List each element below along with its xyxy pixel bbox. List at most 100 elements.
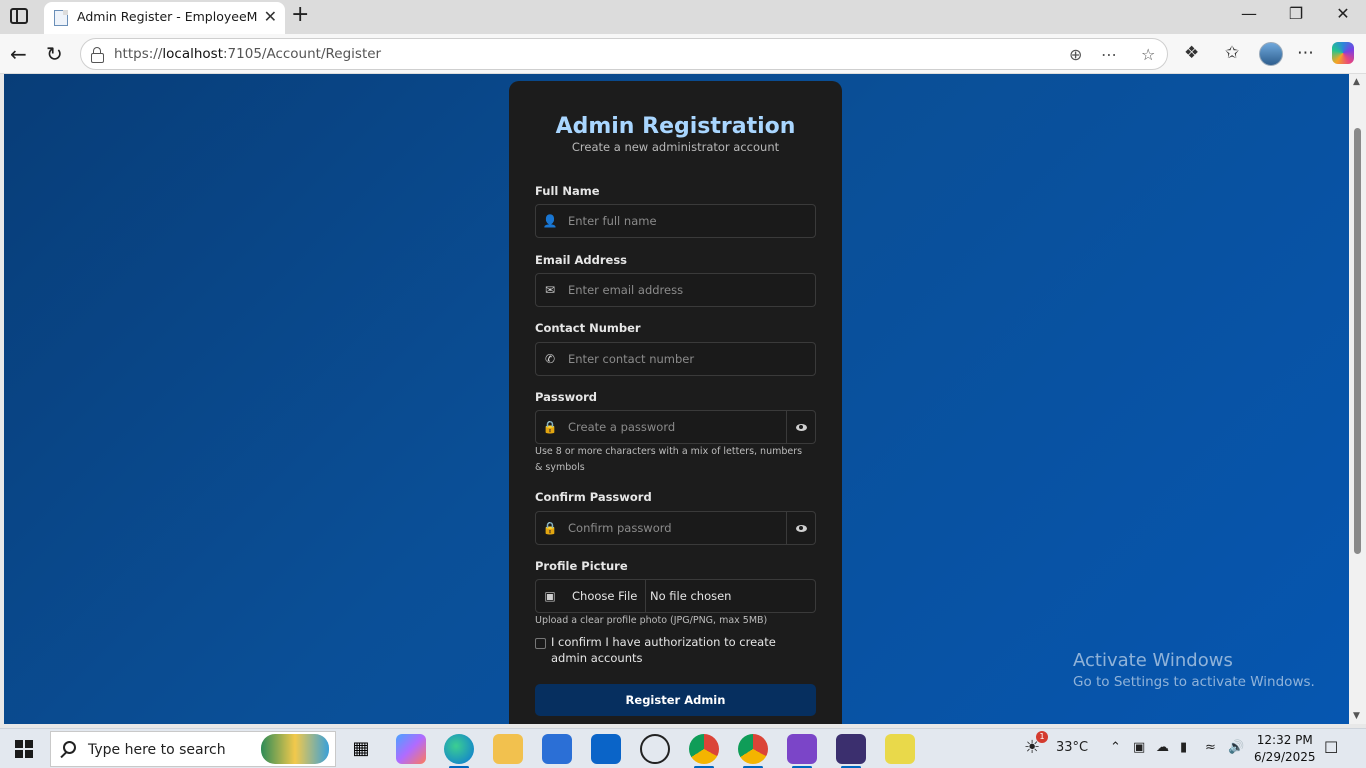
windows-start-icon[interactable]	[15, 740, 33, 758]
weather-temperature[interactable]: 33°C	[1056, 740, 1088, 755]
contact-number-input[interactable]	[568, 343, 808, 375]
profile-avatar[interactable]	[1259, 42, 1283, 66]
page-title: Admin Registration	[555, 114, 796, 139]
page-viewport: Admin Registration Create a new administ…	[4, 74, 1349, 724]
confirm-password-label: Confirm Password	[535, 490, 652, 504]
register-admin-button[interactable]: Register Admin	[535, 684, 816, 716]
url-scheme: https://	[114, 46, 163, 62]
envelope-icon: ✉	[544, 283, 556, 297]
tab-close-icon[interactable]: ✕	[264, 7, 277, 26]
image-icon: ▣	[544, 589, 556, 603]
phone-icon: ✆	[544, 352, 556, 366]
scroll-down-arrow-icon[interactable]: ▼	[1353, 711, 1360, 721]
maximize-button[interactable]: ❐	[1273, 4, 1319, 23]
outlook-icon[interactable]	[591, 734, 621, 764]
email-field: ✉	[535, 273, 816, 307]
clock-time: 12:32 PM	[1256, 733, 1313, 747]
contact-number-field: ✆	[535, 342, 816, 376]
onedrive-cloud-icon[interactable]: ☁	[1156, 740, 1169, 755]
favorite-star-icon[interactable]: ☆	[1141, 45, 1155, 64]
meet-now-icon[interactable]: ▣	[1133, 740, 1145, 755]
more-menu-icon[interactable]: ⋯	[1297, 43, 1314, 63]
full-name-label: Full Name	[535, 184, 600, 198]
copilot-icon[interactable]	[1332, 42, 1354, 64]
extensions-puzzle-icon[interactable]: ❖	[1184, 43, 1199, 63]
registration-card: Admin Registration Create a new administ…	[509, 81, 842, 724]
taskbar-search[interactable]: Type here to search	[50, 731, 336, 767]
full-name-input[interactable]	[568, 205, 808, 237]
visual-studio-icon[interactable]	[787, 734, 817, 768]
user-icon: 👤	[542, 214, 558, 228]
task-view-icon[interactable]: ▦	[346, 734, 376, 764]
file-explorer-icon[interactable]	[493, 734, 523, 764]
new-tab-button[interactable]: +	[291, 2, 309, 27]
address-bar[interactable]: https://localhost:7105/Account/Register …	[80, 38, 1168, 70]
tab-title: Admin Register - EmployeeManag	[77, 9, 257, 24]
email-label: Email Address	[535, 253, 628, 267]
watermark-subtitle: Go to Settings to activate Windows.	[1073, 674, 1315, 690]
confirm-password-input[interactable]	[568, 512, 778, 544]
password-input[interactable]	[568, 411, 778, 443]
notification-center-icon[interactable]: ☐	[1324, 738, 1338, 757]
authorization-checkbox-label[interactable]: I confirm I have authorization to create…	[551, 634, 811, 666]
volume-icon[interactable]: 🔊	[1228, 740, 1244, 755]
url-path: :7105/Account/Register	[223, 46, 382, 62]
full-name-field: 👤	[535, 204, 816, 238]
url-text[interactable]: https://localhost:7105/Account/Register	[114, 46, 381, 62]
taskbar-search-placeholder: Type here to search	[88, 742, 226, 758]
page-scrollbar[interactable]: ▲ ▼	[1349, 74, 1366, 724]
edge-browser-icon[interactable]	[444, 734, 474, 768]
search-icon	[63, 741, 76, 754]
page-favicon-icon	[54, 10, 68, 26]
zoom-icon[interactable]: ⊕	[1069, 45, 1082, 64]
scrollbar-thumb[interactable]	[1354, 128, 1361, 554]
profile-picture-label: Profile Picture	[535, 559, 628, 573]
choose-file-button[interactable]: Choose File	[568, 580, 647, 612]
microsoft-store-icon[interactable]	[542, 734, 572, 764]
windows-taskbar: Type here to search ▦ ☀ 1 33°C ⌃ ▣ ☁ ▮ ≈…	[0, 728, 1366, 768]
sidebar-toggle-icon[interactable]	[10, 8, 28, 24]
read-aloud-icon[interactable]: ⋯	[1101, 45, 1117, 64]
profile-picture-field: ▣ Choose File No file chosen	[535, 579, 816, 613]
lock-icon: 🔒	[542, 521, 558, 535]
wifi-icon[interactable]: ≈	[1205, 740, 1216, 755]
taskbar-clock[interactable]: 12:32 PM 6/29/2025	[1254, 732, 1316, 766]
scroll-up-arrow-icon[interactable]: ▲	[1353, 77, 1360, 87]
toggle-password-visibility-button[interactable]	[786, 411, 815, 443]
copilot-app-icon[interactable]	[396, 734, 426, 764]
battery-icon[interactable]: ▮	[1180, 740, 1187, 755]
close-window-button[interactable]: ✕	[1320, 4, 1366, 23]
weather-badge: 1	[1036, 731, 1048, 743]
contact-number-label: Contact Number	[535, 321, 641, 335]
site-info-lock-icon[interactable]	[91, 47, 104, 63]
minimize-button[interactable]: —	[1226, 4, 1272, 23]
show-hidden-icons-chevron-icon[interactable]: ⌃	[1110, 740, 1121, 755]
password-field: 🔒	[535, 410, 816, 444]
favorites-icon[interactable]: ✩	[1225, 43, 1239, 63]
refresh-icon[interactable]: ↻	[46, 42, 63, 66]
chatgpt-icon[interactable]	[640, 734, 670, 764]
browser-tab-bar: Admin Register - EmployeeManag ✕ + — ❐ ✕	[0, 0, 1366, 34]
chrome-profile-2-icon[interactable]	[738, 734, 768, 768]
authorization-checkbox[interactable]	[535, 638, 546, 649]
search-highlight-image	[261, 734, 329, 764]
back-arrow-icon[interactable]: ←	[10, 42, 27, 66]
clock-date: 6/29/2025	[1254, 750, 1316, 764]
browser-toolbar: ← ↻ https://localhost:7105/Account/Regis…	[0, 34, 1366, 74]
confirm-password-field: 🔒	[535, 511, 816, 545]
activate-windows-watermark: Activate Windows Go to Settings to activ…	[1073, 650, 1315, 690]
snipping-tool-icon[interactable]	[885, 734, 915, 764]
password-label: Password	[535, 390, 597, 404]
watermark-title: Activate Windows	[1073, 650, 1233, 671]
profile-picture-hint: Upload a clear profile photo (JPG/PNG, m…	[535, 615, 768, 626]
page-subtitle: Create a new administrator account	[571, 140, 780, 154]
terminal-icon[interactable]	[836, 734, 866, 768]
password-hint: Use 8 or more characters with a mix of l…	[535, 446, 803, 473]
chrome-profile-1-icon[interactable]	[689, 734, 719, 768]
file-status: No file chosen	[650, 589, 732, 603]
email-input[interactable]	[568, 274, 808, 306]
eye-icon	[795, 423, 807, 431]
toggle-confirm-password-visibility-button[interactable]	[786, 512, 815, 544]
browser-tab-active[interactable]: Admin Register - EmployeeManag ✕	[44, 2, 285, 34]
eye-icon	[795, 524, 807, 532]
